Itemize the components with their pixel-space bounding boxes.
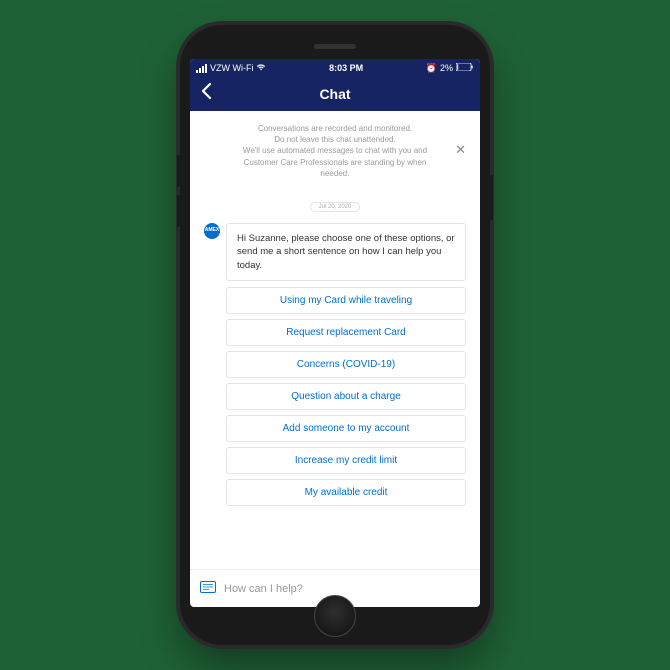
card-icon[interactable] [200,580,216,597]
phone-frame: VZW Wi-Fi 8:03 PM ⏰ 2% Chat Conve [180,25,490,645]
wifi-icon [256,63,266,74]
screen: VZW Wi-Fi 8:03 PM ⏰ 2% Chat Conve [190,59,480,607]
chat-option-0[interactable]: Using my Card while traveling [226,287,466,314]
bot-message-row: AMEX Hi Suzanne, please choose one of th… [204,223,466,281]
alarm-icon: ⏰ [426,63,437,74]
chat-option-5[interactable]: Increase my credit limit [226,447,466,474]
back-button[interactable] [196,78,216,110]
close-icon[interactable]: ✕ [451,138,470,162]
chat-option-1[interactable]: Request replacement Card [226,319,466,346]
page-title: Chat [319,86,350,102]
signal-icon [196,64,207,73]
clock-time: 8:03 PM [329,63,363,73]
status-bar: VZW Wi-Fi 8:03 PM ⏰ 2% [190,59,480,77]
home-button[interactable] [314,595,356,637]
status-left: VZW Wi-Fi [196,63,266,74]
notice-text: Conversations are recorded and monitored… [218,123,452,179]
chat-option-2[interactable]: Concerns (COVID-19) [226,351,466,378]
battery-icon [456,63,474,73]
bot-message: Hi Suzanne, please choose one of these o… [226,223,466,281]
volume-down-button [177,195,180,227]
phone-speaker [314,44,356,49]
carrier-label: VZW Wi-Fi [210,63,253,73]
chat-option-6[interactable]: My available credit [226,479,466,506]
chat-body: AMEX Hi Suzanne, please choose one of th… [190,223,480,569]
date-label: Jul 20, 2020 [310,202,361,212]
volume-up-button [177,155,180,187]
notice-banner: Conversations are recorded and monitored… [190,111,480,189]
battery-percent: 2% [440,63,453,73]
chat-input[interactable] [224,583,470,595]
nav-header: Chat [190,77,480,111]
date-divider: Jul 20, 2020 [190,195,480,213]
power-button [490,175,493,220]
chat-option-3[interactable]: Question about a charge [226,383,466,410]
chat-option-4[interactable]: Add someone to my account [226,415,466,442]
avatar: AMEX [204,223,220,239]
status-right: ⏰ 2% [426,63,474,74]
